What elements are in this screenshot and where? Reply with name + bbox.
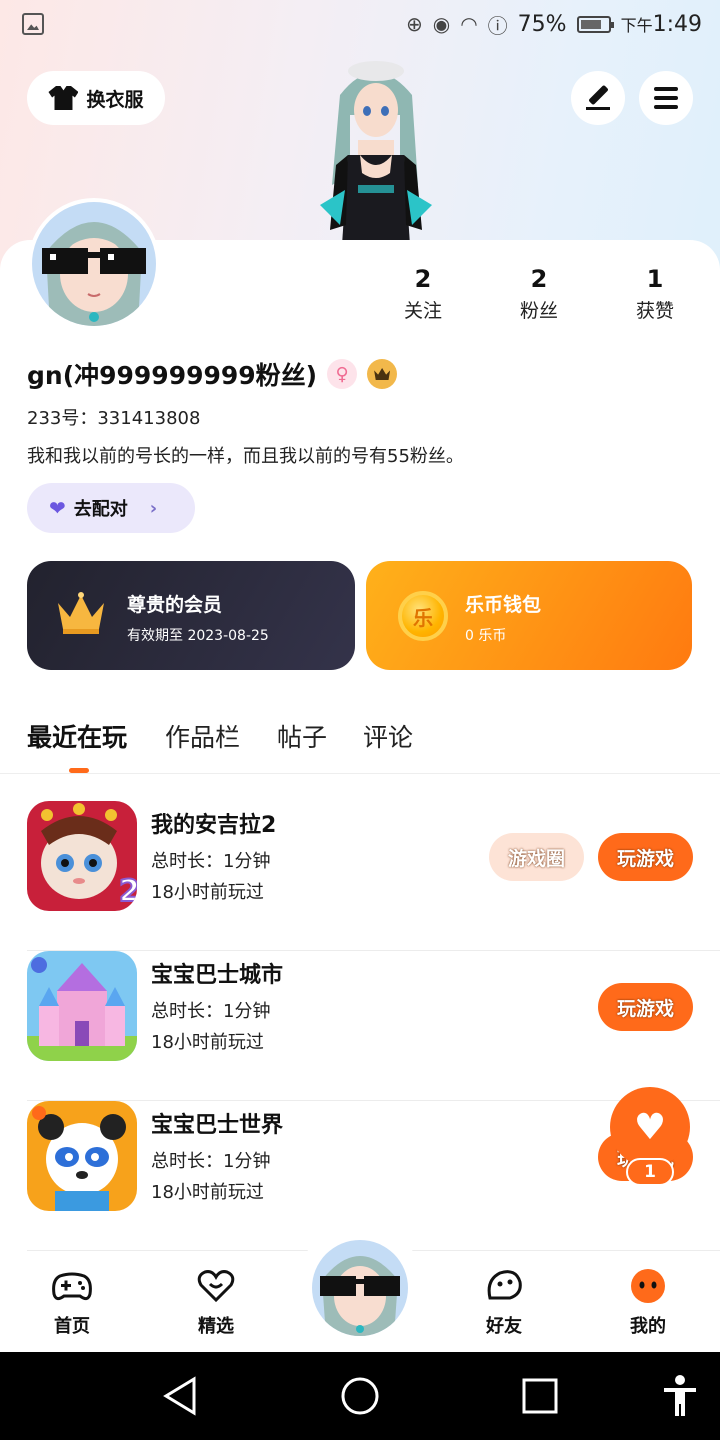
play-game-button[interactable]: 玩游戏 <box>598 833 693 881</box>
alert-icon: ⓘ <box>487 13 508 38</box>
back-triangle-icon <box>163 1376 196 1416</box>
vip-crown-icon <box>58 592 104 634</box>
game-icon-angela: 2 <box>27 801 137 911</box>
svg-text:2: 2 <box>119 874 137 909</box>
profile-stats: 2 关注 2 粉丝 1 获赞 <box>0 262 720 332</box>
coin-icon: 乐 <box>398 591 448 641</box>
wifi-icon: ◠ <box>460 12 478 36</box>
gamepad-icon <box>52 1272 92 1301</box>
female-icon: ♀ <box>327 359 358 389</box>
vip-membership-card[interactable]: 尊贵的会员 有效期至 2023-08-25 <box>27 561 355 670</box>
accessibility-icon <box>664 1375 696 1416</box>
double-heart-icon: ❤ <box>49 496 66 520</box>
heart-icon: ♥ <box>633 1106 667 1148</box>
nav-featured-label: 精选 <box>198 1316 234 1337</box>
likes-stat[interactable]: 1 获赞 <box>605 262 705 326</box>
avatar-image <box>312 1240 408 1336</box>
nav-friends-label: 好友 <box>486 1316 522 1337</box>
battery-icon <box>576 15 614 33</box>
battery-percent: 75% <box>517 11 567 37</box>
match-label: 去配对 <box>73 499 128 520</box>
friend-face-icon <box>487 1270 522 1300</box>
chevron-right-icon: › <box>149 497 158 519</box>
game-duration: 总时长：1分钟 <box>151 1001 271 1022</box>
user-id: 233号：331413808 <box>27 408 201 429</box>
game-row[interactable]: 2 我的安吉拉2 总时长：1分钟 18小时前玩过 游戏圈 玩游戏 <box>0 801 720 951</box>
nav-home[interactable]: 首页 <box>27 1268 117 1338</box>
tab-active-indicator <box>69 768 89 773</box>
user-bio: 我和我以前的号长的一样，而且我以前的号有55粉丝。 <box>27 446 464 467</box>
nav-featured[interactable]: 精选 <box>171 1268 261 1338</box>
game-name: 我的安吉拉2 <box>151 813 277 838</box>
username: gn(冲999999999粉丝) <box>27 361 318 390</box>
pen-icon <box>586 86 610 110</box>
avatar-character-figure[interactable] <box>300 55 450 245</box>
game-duration: 总时长：1分钟 <box>151 1151 271 1172</box>
back-button[interactable] <box>150 1352 210 1440</box>
game-last-played: 18小时前玩过 <box>151 882 264 903</box>
like-fab-button[interactable]: ♥ <box>610 1087 690 1167</box>
edit-profile-button[interactable] <box>571 71 625 125</box>
username-row: gn(冲999999999粉丝) ♀ <box>27 356 398 392</box>
vip-title: 尊贵的会员 <box>127 594 223 616</box>
menu-button[interactable] <box>639 71 693 125</box>
crown-badge-icon[interactable] <box>367 359 398 389</box>
followers-count: 2 <box>530 265 548 293</box>
accessibility-button[interactable] <box>655 1352 705 1440</box>
game-duration: 总时长：1分钟 <box>151 851 271 872</box>
clock: 下午1:49 <box>620 11 702 37</box>
game-name: 宝宝巴士世界 <box>151 1113 284 1138</box>
recents-button[interactable] <box>510 1352 570 1440</box>
eye-icon: ◉ <box>432 12 451 36</box>
game-icon-babybus-world <box>27 1101 137 1211</box>
vip-expiry: 有效期至 2023-08-25 <box>127 628 269 644</box>
play-game-button[interactable]: 玩游戏 <box>598 983 693 1031</box>
game-last-played: 18小时前玩过 <box>151 1182 264 1203</box>
recents-square-icon <box>522 1378 558 1414</box>
nav-center-avatar[interactable] <box>312 1240 408 1336</box>
tab-comments[interactable]: 评论 <box>363 718 413 754</box>
heart-icon <box>197 1270 235 1303</box>
followers-label: 粉丝 <box>519 300 558 322</box>
tab-posts[interactable]: 帖子 <box>277 718 327 754</box>
followers-stat[interactable]: 2 粉丝 <box>489 262 589 326</box>
gallery-notification-icon <box>22 13 44 35</box>
nav-me-label: 我的 <box>630 1316 666 1337</box>
me-face-icon <box>631 1269 665 1303</box>
likes-count: 1 <box>646 265 664 293</box>
following-label: 关注 <box>403 300 442 322</box>
home-button[interactable] <box>330 1352 390 1440</box>
status-bar: ⊕ ◉ ◠ ⓘ 75% 下午1:49 <box>0 0 720 48</box>
data-saver-icon: ⊕ <box>406 12 423 36</box>
game-last-played: 18小时前玩过 <box>151 1032 264 1053</box>
wallet-balance: 0 乐币 <box>465 628 507 644</box>
game-circle-button[interactable]: 游戏圈 <box>489 833 584 881</box>
following-count: 2 <box>414 265 432 293</box>
coin-wallet-card[interactable]: 乐 乐币钱包 0 乐币 <box>366 561 692 670</box>
dress-up-label: 换衣服 <box>86 88 144 111</box>
menu-icon <box>654 87 678 109</box>
nav-friends[interactable]: 好友 <box>459 1268 549 1338</box>
tab-recently-played[interactable]: 最近在玩 <box>27 718 127 754</box>
following-stat[interactable]: 2 关注 <box>373 262 473 326</box>
wallet-title: 乐币钱包 <box>465 594 542 616</box>
system-navigation-bar <box>0 1352 720 1440</box>
like-count-badge: 1 <box>626 1158 674 1186</box>
likes-label: 获赞 <box>635 300 674 322</box>
shirt-icon <box>48 86 79 110</box>
game-name: 宝宝巴士城市 <box>151 963 284 988</box>
game-icon-babybus-city <box>27 951 137 1061</box>
game-row[interactable]: 宝宝巴士城市 总时长：1分钟 18小时前玩过 玩游戏 <box>0 951 720 1101</box>
profile-tabs: 最近在玩 作品栏 帖子 评论 <box>0 714 720 774</box>
nav-me[interactable]: 我的 <box>603 1268 693 1338</box>
match-button[interactable]: ❤ 去配对 › <box>27 483 195 533</box>
home-circle-icon <box>341 1377 379 1415</box>
tab-works[interactable]: 作品栏 <box>165 718 240 754</box>
dress-up-button[interactable]: 换衣服 <box>27 71 165 125</box>
nav-home-label: 首页 <box>54 1316 90 1337</box>
